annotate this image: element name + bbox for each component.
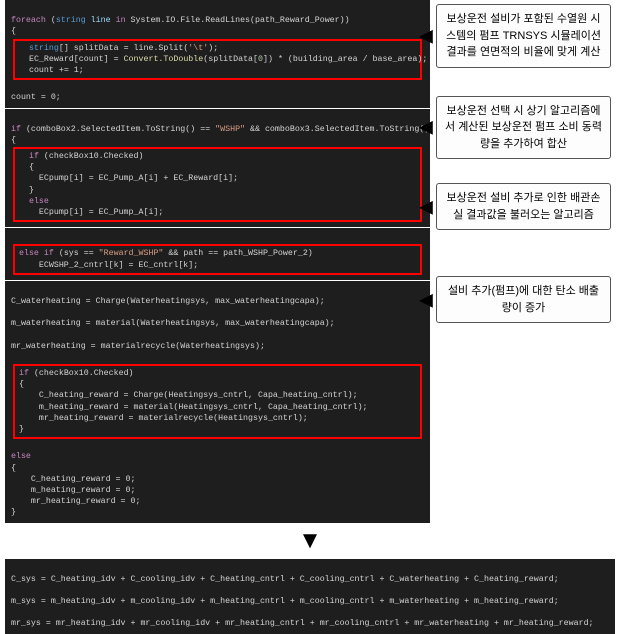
- highlight-box-4: if (checkBox10.Checked) { C_heating_rewa…: [13, 364, 422, 439]
- highlight-box-1: string[] splitData = line.Split('\t'); E…: [13, 39, 422, 81]
- annotation-text: 보상운전 설비가 포함된 수열원 시스템의 펌프 TRNSYS 시뮬레이션 결과…: [446, 13, 601, 58]
- highlight-box-2: if (checkBox10.Checked) { ECpump[i] = EC…: [13, 147, 422, 222]
- arrow-left-icon: ◀: [419, 286, 433, 313]
- arrow-down-icon: ▼: [298, 527, 322, 554]
- annotation-4: ◀ 설비 추가(펌프)에 대한 탄소 배출량이 증가: [436, 276, 611, 323]
- arrow-left-icon: ◀: [419, 193, 433, 220]
- code-block-5: C_sys = C_heating_idv + C_cooling_idv + …: [5, 559, 615, 634]
- annotation-1: ◀ 보상운전 설비가 포함된 수열원 시스템의 펌프 TRNSYS 시뮬레이션 …: [436, 4, 611, 68]
- annotation-3: ◀ 보상운전 설비 추가로 인한 배관손실 결과값을 불러오는 알고리즘: [436, 183, 611, 230]
- code-column: foreach (string line in System.IO.File.R…: [0, 0, 430, 523]
- code-block-3: else if (sys == "Reward_WSHP" && path ==…: [5, 228, 430, 280]
- annotation-column: ◀ 보상운전 설비가 포함된 수열원 시스템의 펌프 TRNSYS 시뮬레이션 …: [436, 0, 611, 523]
- code-block-1: foreach (string line in System.IO.File.R…: [5, 0, 430, 108]
- code-keyword: if: [11, 125, 21, 134]
- arrow-left-icon: ◀: [419, 114, 433, 141]
- arrow-left-icon: ◀: [419, 22, 433, 49]
- code-keyword: foreach: [11, 16, 46, 25]
- annotation-text: 설비 추가(펌프)에 대한 탄소 배출량이 증가: [448, 285, 599, 314]
- highlight-box-3: else if (sys == "Reward_WSHP" && path ==…: [13, 244, 422, 274]
- annotation-2: ◀ 보상운전 선택 시 상기 알고리즘에서 계산된 보상운전 펌프 소비 동력량…: [436, 96, 611, 160]
- code-block-4: C_waterheating = Charge(Waterheatingsys,…: [5, 281, 430, 523]
- annotation-text: 보상운전 선택 시 상기 알고리즘에서 계산된 보상운전 펌프 소비 동력량을 …: [445, 105, 602, 150]
- code-block-2: if (comboBox2.SelectedItem.ToString() ==…: [5, 109, 430, 228]
- annotation-text: 보상운전 설비 추가로 인한 배관손실 결과값을 불러오는 알고리즘: [447, 192, 601, 221]
- arrow-down-container: ▼: [0, 523, 620, 559]
